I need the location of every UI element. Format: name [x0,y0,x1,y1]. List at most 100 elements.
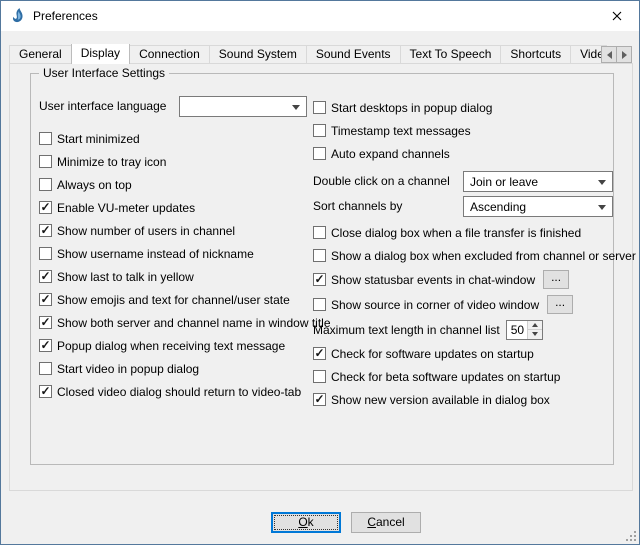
tab-sound-events[interactable]: Sound Events [306,45,401,63]
tab-bar: General Display Connection Sound System … [9,44,607,64]
max-text-length-label: Maximum text length in channel list [313,323,500,337]
checkbox-label: Start minimized [57,132,140,146]
video-source-config-button[interactable]: ... [547,295,573,314]
double-click-combobox[interactable]: Join or leave [463,171,613,192]
checkbox-excluded-dialog[interactable]: Show a dialog box when excluded from cha… [313,244,613,267]
tab-label: General [19,47,62,61]
checkbox-show-username[interactable]: Show username instead of nickname [39,242,309,265]
checkbox-label: Auto expand channels [331,147,450,161]
ok-accesskey: O [298,515,307,529]
max-text-length-spinner[interactable]: 50 [506,320,543,340]
tab-label: Shortcuts [510,47,561,61]
checkbox-statusbar-events[interactable]: Show statusbar events in chat-window ... [313,267,613,292]
tab-label: Sound System [219,47,297,61]
checkbox-label: Show new version available in dialog box [331,393,550,407]
checkbox-video-popup[interactable]: Start video in popup dialog [39,357,309,380]
checkbox-box[interactable] [39,362,52,375]
tab-text-to-speech[interactable]: Text To Speech [400,45,502,63]
checkbox-last-talk-yellow[interactable]: Show last to talk in yellow [39,265,309,288]
tab-label: Display [81,46,120,60]
checkbox-box[interactable] [313,393,326,406]
checkbox-label: Show number of users in channel [57,224,235,238]
checkbox-box[interactable] [39,339,52,352]
checkbox-box[interactable] [39,132,52,145]
checkbox-box[interactable] [313,273,326,286]
arrow-left-icon [607,51,612,59]
cancel-button[interactable]: Cancel [351,512,421,533]
checkbox-label: Check for beta software updates on start… [331,370,560,384]
checkbox-new-version-dialog[interactable]: Show new version available in dialog box [313,388,613,411]
checkbox-box[interactable] [313,101,326,114]
tab-display[interactable]: Display [71,44,130,64]
double-click-value: Join or leave [470,175,538,189]
checkbox-video-source-corner[interactable]: Show source in corner of video window ..… [313,292,613,317]
close-button[interactable] [594,1,639,30]
tab-shortcuts[interactable]: Shortcuts [500,45,571,63]
ellipsis-label: ... [551,270,561,284]
checkbox-server-channel-title[interactable]: Show both server and channel name in win… [39,311,309,334]
tab-scroll-right-button[interactable] [616,46,632,63]
tab-scroll-left-button[interactable] [601,46,617,63]
tab-scroll-buttons [601,46,632,63]
checkbox-software-updates[interactable]: Check for software updates on startup [313,342,613,365]
checkbox-always-on-top[interactable]: Always on top [39,173,309,196]
double-click-row: Double click on a channel Join or leave [313,171,613,196]
spinner-value: 50 [507,321,527,339]
checkbox-box[interactable] [313,226,326,239]
ellipsis-label: ... [555,295,565,309]
checkbox-box[interactable] [39,201,52,214]
titlebar[interactable]: Preferences [1,1,639,31]
spinner-up-button[interactable] [528,321,542,331]
checkbox-box[interactable] [39,293,52,306]
checkbox-box[interactable] [39,155,52,168]
checkbox-box[interactable] [313,347,326,360]
chevron-down-icon [598,205,606,210]
checkbox-show-user-count[interactable]: Show number of users in channel [39,219,309,242]
cancel-accesskey: C [367,515,376,529]
checkbox-start-minimized[interactable]: Start minimized [39,127,309,150]
spinner-down-button[interactable] [528,330,542,339]
checkbox-box[interactable] [39,224,52,237]
checkbox-box[interactable] [313,249,326,262]
checkbox-box[interactable] [313,124,326,137]
tab-general[interactable]: General [9,45,72,63]
checkbox-box[interactable] [39,316,52,329]
checkbox-label: Show statusbar events in chat-window [331,273,535,287]
chevron-down-icon [292,105,300,110]
checkbox-vu-meter-updates[interactable]: Enable VU-meter updates [39,196,309,219]
checkbox-box[interactable] [39,385,52,398]
resize-grip[interactable] [624,529,637,542]
checkbox-box[interactable] [39,270,52,283]
checkbox-label: Show last to talk in yellow [57,270,194,284]
checkbox-beta-updates[interactable]: Check for beta software updates on start… [313,365,613,388]
checkbox-box[interactable] [313,147,326,160]
sort-channels-value: Ascending [470,200,526,214]
checkbox-video-return-tab[interactable]: Closed video dialog should return to vid… [39,380,309,403]
arrow-right-icon [622,51,627,59]
arrow-up-icon [532,323,538,327]
checkbox-label: Timestamp text messages [331,124,471,138]
checkbox-emoji-text-state[interactable]: Show emojis and text for channel/user st… [39,288,309,311]
ok-button[interactable]: Ok [271,512,341,533]
checkbox-box[interactable] [313,370,326,383]
checkbox-box[interactable] [39,178,52,191]
checkbox-label: Show a dialog box when excluded from cha… [331,249,636,263]
language-combobox[interactable] [179,96,307,117]
checkbox-auto-expand-channels[interactable]: Auto expand channels [313,142,613,165]
checkbox-minimize-to-tray[interactable]: Minimize to tray icon [39,150,309,173]
ok-label-rest: k [308,515,314,529]
checkbox-close-on-transfer[interactable]: Close dialog box when a file transfer is… [313,221,613,244]
checkbox-box[interactable] [39,247,52,260]
checkbox-box[interactable] [313,298,326,311]
checkbox-desktops-popup[interactable]: Start desktops in popup dialog [313,96,613,119]
statusbar-config-button[interactable]: ... [543,270,569,289]
checkbox-label: Minimize to tray icon [57,155,166,169]
checkbox-timestamp-messages[interactable]: Timestamp text messages [313,119,613,142]
app-flame-icon [10,8,26,24]
spinner-buttons [527,321,542,339]
checkbox-label: Show emojis and text for channel/user st… [57,293,290,307]
tab-connection[interactable]: Connection [129,45,210,63]
tab-sound-system[interactable]: Sound System [209,45,307,63]
sort-channels-combobox[interactable]: Ascending [463,196,613,217]
checkbox-popup-text-message[interactable]: Popup dialog when receiving text message [39,334,309,357]
